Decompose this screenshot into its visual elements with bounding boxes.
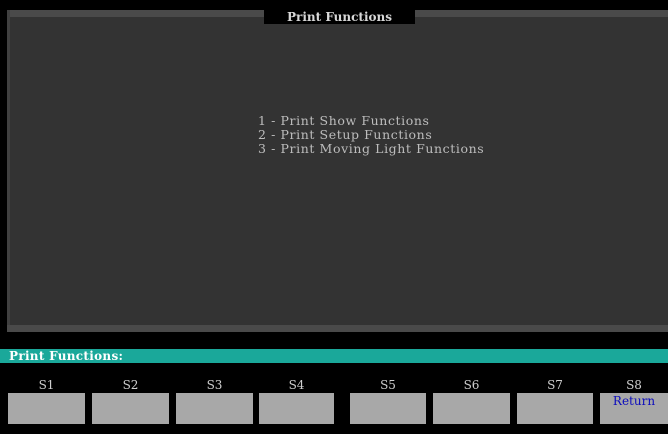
softkey-s1[interactable]: S1 <box>8 378 85 424</box>
console-screen: Print Functions 1 - Print Show Functions… <box>0 0 668 434</box>
menu-item-print-setup-functions[interactable]: 2 - Print Setup Functions <box>258 128 484 142</box>
softkey-s3-button[interactable] <box>176 393 253 424</box>
softkey-s2-label: S2 <box>122 378 139 392</box>
softkey-s2[interactable]: S2 <box>92 378 169 424</box>
print-menu-list: 1 - Print Show Functions 2 - Print Setup… <box>258 114 484 156</box>
softkey-s1-button[interactable] <box>8 393 85 424</box>
softkey-s5-label: S5 <box>380 378 396 392</box>
softkey-s3[interactable]: S3 <box>176 378 253 424</box>
window-title: Print Functions <box>264 10 415 24</box>
softkey-s5-button[interactable] <box>350 393 426 424</box>
softkey-s2-button[interactable] <box>92 393 169 424</box>
window-bottom-border <box>7 325 668 332</box>
window-left-border <box>7 10 10 332</box>
softkey-s4-label: S4 <box>288 378 305 392</box>
softkey-s8-button[interactable]: Return <box>600 393 668 424</box>
softkey-s8[interactable]: S8 Return <box>600 378 668 424</box>
softkey-s3-label: S3 <box>206 378 223 392</box>
softkey-s7-label: S7 <box>547 378 563 392</box>
command-line-bar: Print Functions: <box>0 349 668 363</box>
softkey-s8-return-text: Return <box>612 394 656 408</box>
softkey-s7[interactable]: S7 <box>517 378 593 424</box>
softkey-s6-label: S6 <box>463 378 480 392</box>
softkey-s1-label: S1 <box>38 378 55 392</box>
command-line-prompt: Print Functions: <box>9 349 124 363</box>
print-functions-window: Print Functions 1 - Print Show Functions… <box>7 10 668 332</box>
menu-item-print-show-functions[interactable]: 1 - Print Show Functions <box>258 114 484 128</box>
softkey-s8-label: S8 <box>626 378 642 392</box>
menu-item-print-moving-light-functions[interactable]: 3 - Print Moving Light Functions <box>258 142 484 156</box>
softkey-s4-button[interactable] <box>259 393 334 424</box>
softkey-s5[interactable]: S5 <box>350 378 426 424</box>
softkey-s6[interactable]: S6 <box>433 378 510 424</box>
softkey-s6-button[interactable] <box>433 393 510 424</box>
softkey-s7-button[interactable] <box>517 393 593 424</box>
softkey-s4[interactable]: S4 <box>259 378 334 424</box>
